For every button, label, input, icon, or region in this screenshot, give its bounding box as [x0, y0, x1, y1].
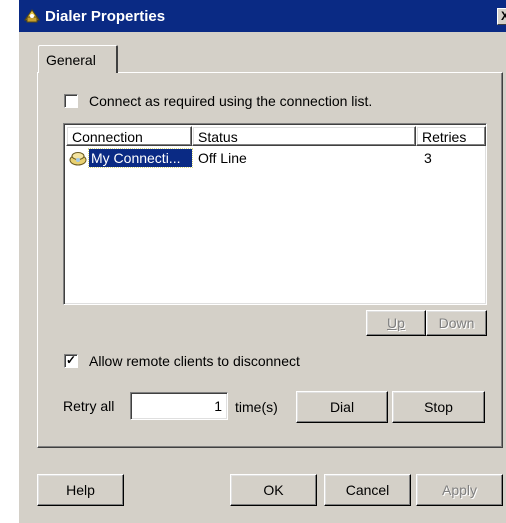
close-icon: X — [501, 9, 506, 23]
dialer-phone-icon — [24, 9, 40, 23]
down-button[interactable]: Down — [426, 310, 487, 336]
cancel-button-label: Cancel — [345, 482, 390, 498]
allow-remote-disconnect-checkbox[interactable]: ✓ — [64, 354, 78, 368]
cancel-button[interactable]: Cancel — [324, 474, 411, 506]
connection-name-cell[interactable]: My Connecti... — [88, 148, 193, 168]
column-header-status[interactable]: Status — [192, 126, 416, 146]
dialer-properties-dialog: Dialer Properties X General Connect as r… — [18, 0, 506, 523]
dial-button[interactable]: Dial — [296, 391, 388, 423]
phone-connection-icon — [69, 152, 87, 166]
connection-row[interactable]: My Connecti... Off Line 3 — [68, 148, 478, 168]
connection-status-cell: Off Line — [198, 150, 247, 166]
up-button[interactable]: Up — [366, 310, 426, 336]
help-button-label: Help — [66, 482, 95, 498]
check-mark-icon: ✓ — [65, 353, 77, 367]
column-header-connection[interactable]: Connection — [66, 126, 192, 146]
close-button[interactable]: X — [497, 8, 506, 25]
connect-as-required-label: Connect as required using the connection… — [89, 93, 372, 109]
retry-unit-label: time(s) — [235, 399, 278, 415]
up-button-label: Up — [387, 315, 405, 331]
allow-remote-disconnect-text: Allow remote clients to disconnect — [89, 353, 300, 369]
stop-button-label: Stop — [424, 399, 453, 415]
connection-list[interactable]: Connection Status Retries My Connecti...… — [63, 123, 487, 305]
retry-count-input[interactable]: 1 — [130, 392, 228, 420]
dial-button-label: Dial — [329, 399, 355, 415]
stop-button[interactable]: Stop — [392, 391, 485, 423]
connect-as-required-checkbox[interactable] — [64, 94, 78, 108]
window-title: Dialer Properties — [45, 8, 166, 25]
help-button[interactable]: Help — [37, 474, 124, 506]
tab-general-label: General — [46, 52, 96, 68]
connect-as-required-text: Connect as required using the connection… — [89, 93, 373, 109]
column-header-retries[interactable]: Retries — [416, 126, 486, 146]
title-bar[interactable]: Dialer Properties X — [19, 0, 506, 32]
down-button-label: Down — [438, 315, 475, 331]
connection-retries-cell: 3 — [424, 150, 432, 166]
ok-button-label: OK — [263, 482, 284, 498]
ok-button[interactable]: OK — [230, 474, 317, 506]
apply-button[interactable]: Apply — [416, 474, 503, 506]
allow-remote-disconnect-label: Allow remote clients to disconnect — [89, 353, 300, 369]
tab-general[interactable]: General — [38, 45, 118, 73]
apply-button-label: Apply — [441, 482, 478, 498]
retry-all-label: Retry all — [63, 398, 115, 414]
